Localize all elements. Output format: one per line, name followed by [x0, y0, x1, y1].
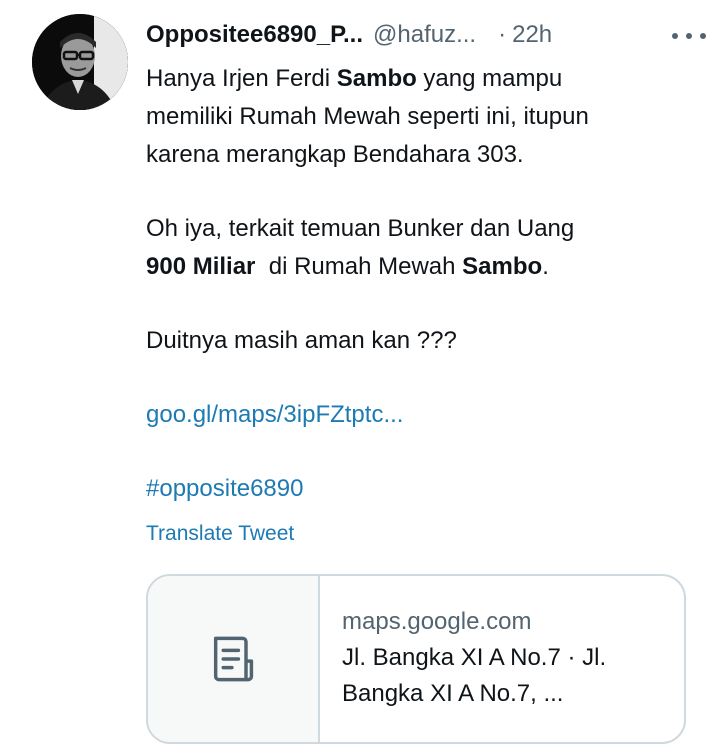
tweet-text-line: 900 Miliar di Rumah Mewah Sambo.: [146, 253, 549, 280]
tweet-link[interactable]: goo.gl/maps/3ipFZtptc...: [146, 396, 696, 434]
tweet-text-line: Duitnya masih aman kan ???: [146, 327, 457, 354]
dot-separator: ·: [498, 21, 507, 48]
display-name[interactable]: Oppositee6890_P...: [146, 21, 363, 49]
tweet-text-line: Hanya Irjen Ferdi Sambo yang mampu: [146, 65, 563, 92]
tweet-body: Hanya Irjen Ferdi Sambo yang mampu memil…: [146, 60, 696, 508]
tweet: Oppositee6890_P... @hafuz... · 22h Hanya…: [0, 0, 720, 747]
card-title-line: Jl. Bangka XI A No.7 · Jl.: [342, 644, 607, 671]
tweet-header: Oppositee6890_P... @hafuz... · 22h: [146, 18, 700, 52]
tweet-text-line: memiliki Rumah Mewah seperti ini, itupun: [146, 103, 589, 130]
bold-text: Sambo: [462, 253, 543, 280]
card-domain: maps.google.com: [342, 608, 532, 635]
tweet-text-line: Oh iya, terkait temuan Bunker dan Uang: [146, 215, 575, 242]
tweet-text-line: karena merangkap Bendahara 303.: [146, 141, 524, 168]
card-title-line: Bangka XI A No.7, ...: [342, 680, 564, 707]
tweet-timestamp[interactable]: 22h: [512, 21, 552, 49]
bold-text: Sambo: [336, 65, 417, 92]
profile-photo: [32, 14, 128, 110]
card-text: maps.google.com Jl. Bangka XI A No.7 · J…: [342, 604, 668, 712]
card-thumbnail: [148, 576, 320, 742]
user-handle[interactable]: @hafuz...: [373, 21, 476, 49]
bold-text: 900 Miliar: [146, 253, 256, 280]
link-preview-card[interactable]: maps.google.com Jl. Bangka XI A No.7 · J…: [146, 574, 686, 744]
translate-tweet-link[interactable]: Translate Tweet: [146, 522, 294, 546]
avatar[interactable]: [32, 14, 128, 110]
document-icon: [213, 636, 254, 682]
more-horizontal-icon[interactable]: [672, 26, 706, 46]
hashtag-link[interactable]: #opposite6890: [146, 470, 696, 508]
